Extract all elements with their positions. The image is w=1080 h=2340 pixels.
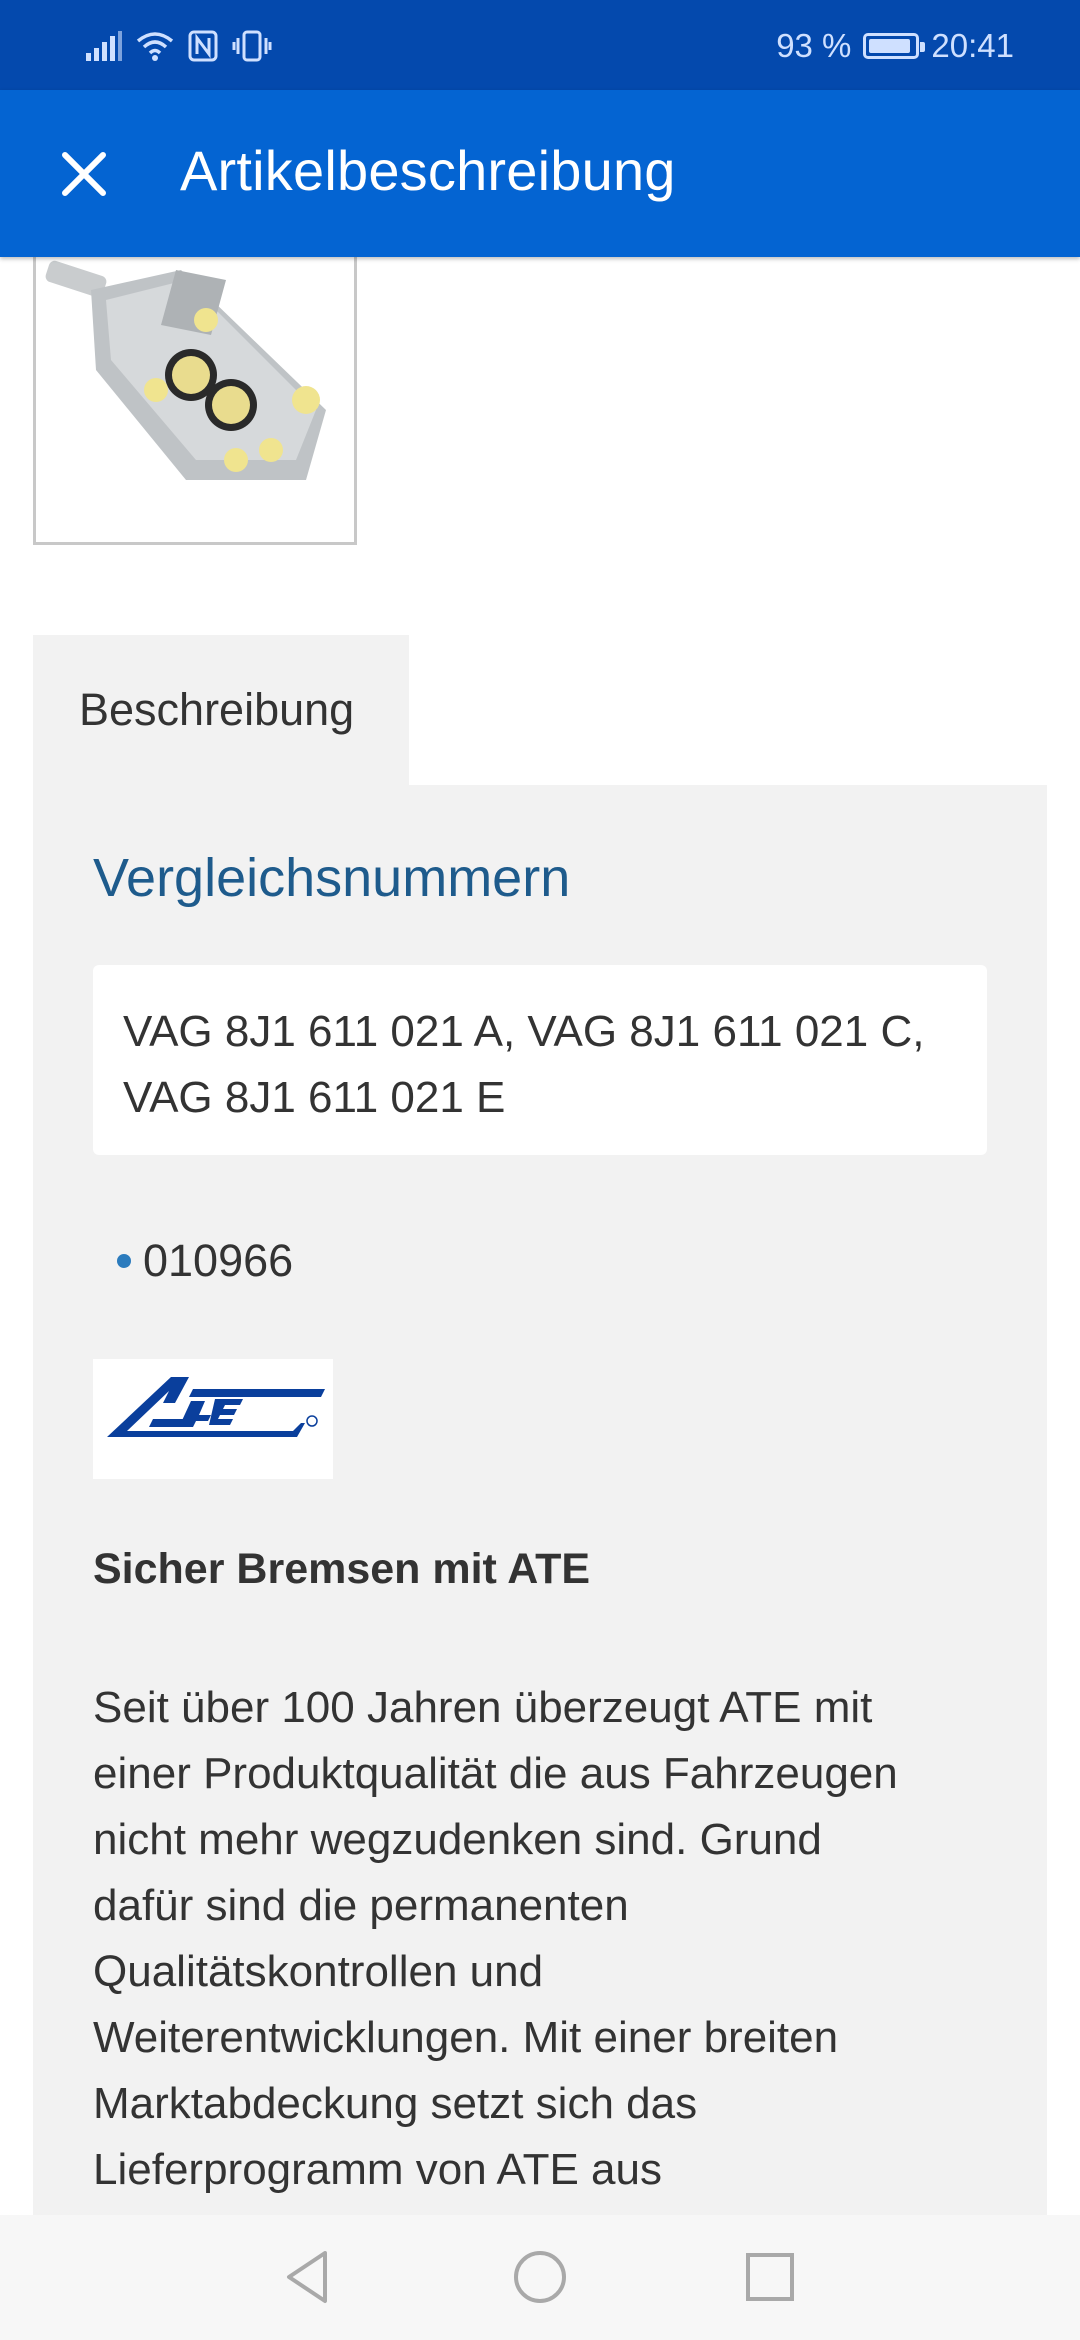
clock: 20:41: [931, 27, 1014, 64]
status-bar: 93 % 20:41: [0, 0, 1080, 90]
tab-label: Beschreibung: [79, 684, 355, 735]
description-line: Qualitätskontrollen und: [93, 1947, 544, 1996]
article-content[interactable]: Beschreibung Vergleichsnummern VAG 8J1 6…: [0, 257, 1080, 2215]
app-bar: Artikelbeschreibung: [0, 90, 1080, 257]
system-nav-bar: [0, 2215, 1080, 2340]
ate-logo-graphic: [107, 1377, 325, 1437]
close-icon: [62, 152, 106, 196]
description-line: Marktabdeckung setzt sich das: [93, 2079, 698, 2128]
section-title: Vergleichsnummern: [93, 848, 571, 908]
product-thumbnail[interactable]: [33, 257, 357, 545]
list-item-text: 010966: [143, 1235, 294, 1286]
vibrate-icon: [232, 30, 272, 62]
back-icon: [287, 2251, 327, 2303]
comparison-numbers: VAG 8J1 611 021 A, VAG 8J1 611 021 C, VA…: [93, 965, 987, 1155]
page-title: Artikelbeschreibung: [180, 139, 676, 202]
comparison-numbers-line: VAG 8J1 611 021 A, VAG 8J1 611 021 C,: [123, 1007, 925, 1056]
signal-icon: [86, 31, 122, 61]
sub-heading: Sicher Bremsen mit ATE: [93, 1545, 591, 1593]
status-icons: [86, 24, 272, 68]
bullet-icon: [117, 1254, 131, 1268]
battery-level: [869, 39, 911, 53]
recents-button[interactable]: [738, 2245, 802, 2309]
battery-percent: 93 %: [776, 27, 852, 64]
description-line: einer Produktqualität die aus Fahrzeugen: [93, 1749, 898, 1798]
description-line: dafür sind die permanenten: [93, 1881, 629, 1930]
battery-icon: [863, 33, 926, 59]
recents-icon: [746, 2253, 794, 2301]
description-line: nicht mehr wegzudenken sind. Grund: [93, 1815, 822, 1864]
wifi-icon: [136, 32, 174, 61]
home-button[interactable]: [508, 2245, 572, 2309]
nfc-icon: [188, 30, 218, 62]
brake-master-cylinder-image: [45, 260, 326, 480]
description-line: Lieferprogramm von ATE aus: [93, 2145, 662, 2194]
home-icon: [514, 2251, 566, 2303]
back-button[interactable]: [276, 2245, 340, 2309]
description-line: Weiterentwicklungen. Mit einer breiten: [93, 2013, 839, 2062]
list-item: 010966: [93, 1235, 293, 1287]
description-panel: Vergleichsnummern VAG 8J1 611 021 A, VAG…: [33, 785, 1047, 2215]
comparison-numbers-line: VAG 8J1 611 021 E: [123, 1073, 506, 1122]
tab-beschreibung[interactable]: Beschreibung: [33, 635, 409, 785]
description-line: Seit über 100 Jahren überzeugt ATE mit: [93, 1683, 873, 1732]
status-right: 93 % 20:41: [776, 24, 1014, 68]
ate-logo: [93, 1359, 333, 1479]
close-button[interactable]: [50, 140, 118, 208]
description-text: Seit über 100 Jahren überzeugt ATE mit e…: [93, 1675, 993, 2203]
